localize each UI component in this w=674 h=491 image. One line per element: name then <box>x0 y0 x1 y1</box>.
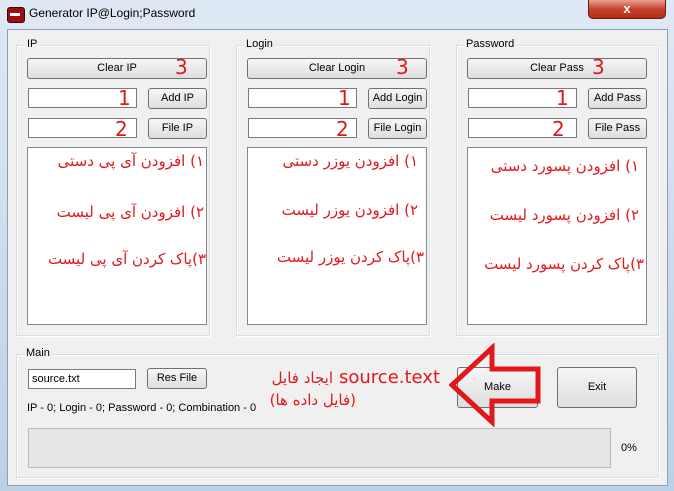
annotation-1-login: 1 <box>338 86 351 110</box>
login-legend: Login <box>244 38 275 50</box>
app-icon <box>7 7 25 23</box>
source-annotation-en: source.text <box>339 367 441 388</box>
login-note-2: ۲) افزودن یوزر لیست <box>281 201 418 219</box>
annotation-3-login: 3 <box>396 55 409 79</box>
annotation-1-ip: 1 <box>118 86 131 110</box>
exit-button[interactable]: Exit <box>557 367 637 408</box>
progress-bar <box>28 428 611 468</box>
title-bar[interactable]: Generator IP@Login;Password x <box>0 0 674 28</box>
pass-note-3: ۳)پاک کردن پسورد لیست <box>484 255 644 273</box>
add-ip-button[interactable]: Add IP <box>148 88 207 109</box>
stats-text: IP - 0; Login - 0; Password - 0; Combina… <box>27 402 257 414</box>
pass-note-2: ۲) افزودن پسورد لیست <box>489 206 639 224</box>
login-note-1: ۱) افزودن یوزر دستی <box>282 152 418 170</box>
ip-note-3: ۳)پاک کردن آی پی لیست <box>47 250 206 268</box>
add-login-button[interactable]: Add Login <box>368 88 427 109</box>
annotation-1-pass: 1 <box>556 86 569 110</box>
annotation-2-pass: 2 <box>552 117 565 141</box>
clear-pass-button[interactable]: Clear Pass <box>467 58 647 79</box>
login-note-3: ۳)پاک کردن یوزر لیست <box>276 248 424 266</box>
ip-note-2: ۲) افزودن آی پی لیست <box>56 203 204 221</box>
annotation-3-pass: 3 <box>592 55 605 79</box>
window-title: Generator IP@Login;Password <box>29 6 196 20</box>
pass-note-1: ۱) افزودن پسورد دستی <box>490 157 639 175</box>
source-annotation-fa: ایجاد فایل <box>271 369 333 387</box>
file-ip-button[interactable]: File IP <box>148 118 207 139</box>
password-legend: Password <box>464 38 517 50</box>
progress-percent: 0% <box>621 442 637 454</box>
ip-legend: IP <box>25 38 40 50</box>
login-listbox[interactable] <box>247 147 427 325</box>
add-pass-button[interactable]: Add Pass <box>588 88 647 109</box>
annotation-2-ip: 2 <box>115 117 128 141</box>
file-pass-button[interactable]: File Pass <box>588 118 647 139</box>
annotation-3-ip: 3 <box>175 55 188 79</box>
source-annotation-sub: (فایل داده ها) <box>269 391 356 409</box>
ip-note-1: ۱) افزودن آی پی دستی <box>57 152 204 170</box>
arrow-left-icon <box>449 343 541 427</box>
source-file-input[interactable] <box>28 369 136 389</box>
close-button[interactable]: x <box>588 0 666 19</box>
res-file-button[interactable]: Res File <box>147 368 207 389</box>
file-login-button[interactable]: File Login <box>368 118 427 139</box>
annotation-2-login: 2 <box>336 117 349 141</box>
main-legend: Main <box>24 347 52 359</box>
ip-listbox[interactable] <box>27 147 207 325</box>
